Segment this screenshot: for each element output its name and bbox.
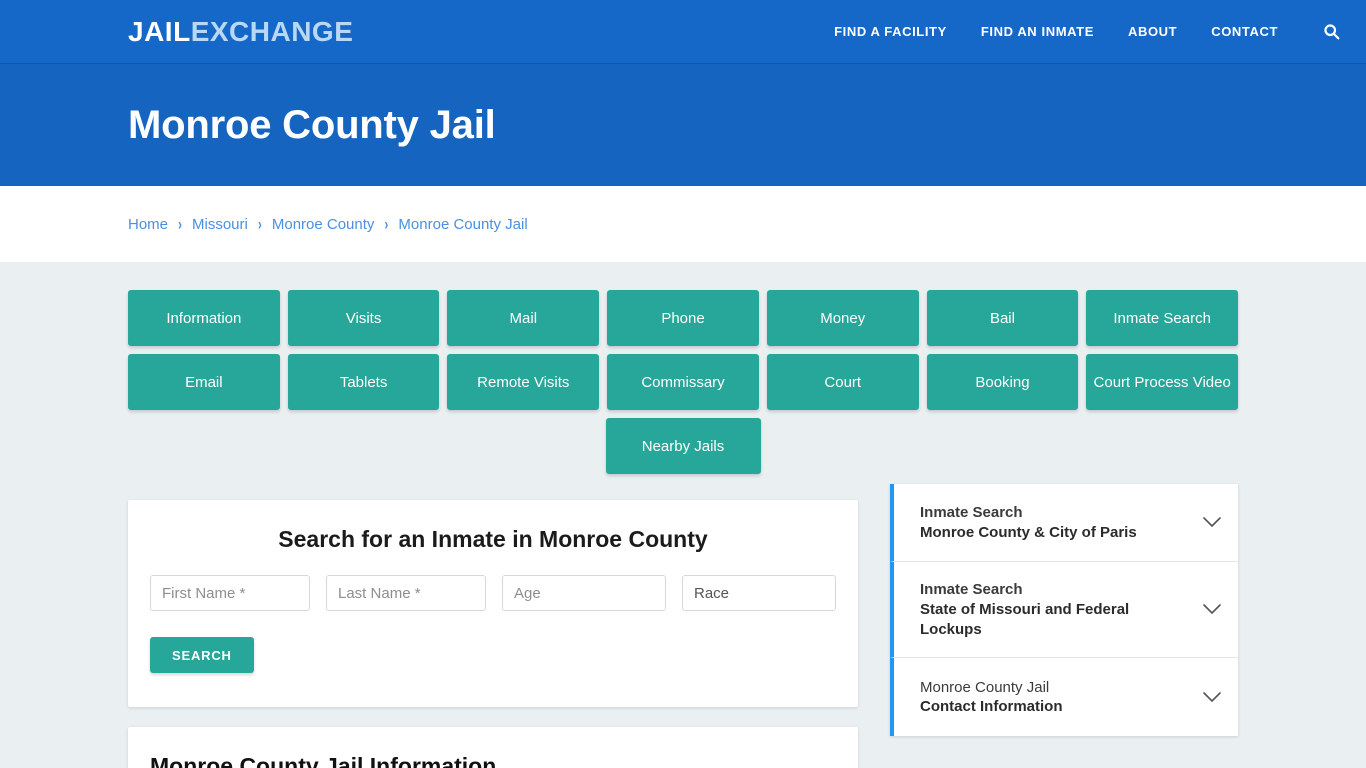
- accordion-item-line1: Inmate Search: [920, 581, 1023, 598]
- nav-item-find-an-inmate[interactable]: FIND AN INMATE: [981, 24, 1094, 39]
- jail-information-heading: Monroe County Jail Information: [150, 753, 497, 768]
- breadcrumb-band: Home › Missouri › Monroe County › Monroe…: [0, 186, 1366, 262]
- logo-text-jail: JAIL: [128, 15, 191, 47]
- main-content: Information Visits Mail Phone Money Bail…: [0, 262, 1366, 768]
- age-input[interactable]: [502, 575, 666, 611]
- section-button-information[interactable]: Information: [128, 290, 280, 346]
- site-header: JAILEXCHANGE FIND A FACILITY FIND AN INM…: [0, 0, 1366, 64]
- section-button-tablets[interactable]: Tablets: [287, 354, 440, 410]
- section-button-mail[interactable]: Mail: [447, 290, 600, 346]
- section-button-email[interactable]: Email: [128, 354, 280, 410]
- nav-item-find-a-facility[interactable]: FIND A FACILITY: [834, 24, 947, 39]
- breadcrumb-item-monroe-county-jail[interactable]: Monroe County Jail: [398, 216, 527, 233]
- site-logo[interactable]: JAILEXCHANGE: [128, 16, 353, 48]
- accordion-item-line2: Contact Information: [920, 698, 1063, 716]
- section-buttons-row-3: Nearby Jails: [128, 418, 1238, 474]
- breadcrumb-item-missouri[interactable]: Missouri: [192, 216, 248, 233]
- section-button-visits[interactable]: Visits: [287, 290, 440, 346]
- section-button-remote-visits[interactable]: Remote Visits: [447, 354, 600, 410]
- inmate-search-fields: Race: [148, 575, 838, 611]
- section-button-money[interactable]: Money: [766, 290, 919, 346]
- search-submit-button[interactable]: SEARCH: [150, 637, 254, 673]
- accordion-item-contact-information[interactable]: Monroe County Jail Contact Information: [890, 658, 1238, 737]
- content-columns: Search for an Inmate in Monroe County Ra…: [128, 484, 1238, 768]
- inmate-search-card: Search for an Inmate in Monroe County Ra…: [128, 500, 858, 707]
- section-buttons-row-2: Email Tablets Remote Visits Commissary C…: [128, 354, 1239, 410]
- accordion-item-inmate-search-county[interactable]: Inmate Search Monroe County & City of Pa…: [890, 484, 1238, 562]
- section-button-court[interactable]: Court: [766, 354, 919, 410]
- race-select[interactable]: Race: [682, 575, 836, 611]
- chevron-down-icon[interactable]: [1202, 692, 1222, 703]
- section-button-inmate-search[interactable]: Inmate Search: [1086, 290, 1239, 346]
- accordion-item-line1: Inmate Search: [920, 503, 1023, 521]
- first-name-input[interactable]: [150, 575, 310, 611]
- section-button-booking[interactable]: Booking: [926, 354, 1079, 410]
- logo-text-exchange: EXCHANGE: [190, 15, 354, 47]
- chevron-down-icon[interactable]: [1202, 517, 1222, 528]
- breadcrumb-item-home[interactable]: Home: [128, 216, 168, 233]
- accordion-item-text: Inmate Search State of Missouri and Fede…: [920, 580, 1190, 639]
- section-button-phone[interactable]: Phone: [607, 290, 759, 346]
- search-icon[interactable]: [1320, 21, 1342, 43]
- main-navigation: FIND A FACILITY FIND AN INMATE ABOUT CON…: [834, 21, 1342, 43]
- breadcrumb-separator-icon: ›: [384, 214, 389, 234]
- last-name-input[interactable]: [326, 575, 486, 611]
- chevron-down-icon[interactable]: [1202, 604, 1222, 615]
- inmate-search-heading: Search for an Inmate in Monroe County: [278, 526, 708, 552]
- breadcrumb-separator-icon: ›: [178, 214, 183, 234]
- sidebar-accordion: Inmate Search Monroe County & City of Pa…: [890, 484, 1238, 737]
- accordion-item-text: Inmate Search Monroe County & City of Pa…: [920, 503, 1190, 543]
- accordion-item-inmate-search-state[interactable]: Inmate Search State of Missouri and Fede…: [890, 562, 1238, 659]
- section-buttons-row-1: Information Visits Mail Phone Money Bail…: [128, 290, 1239, 346]
- breadcrumb-separator-icon: ›: [257, 214, 262, 234]
- section-button-commissary[interactable]: Commissary: [607, 354, 759, 410]
- accordion-item-line2: Monroe County & City of Paris: [920, 523, 1137, 541]
- jail-information-card: Monroe County Jail Information: [128, 727, 858, 768]
- nav-item-about[interactable]: ABOUT: [1128, 24, 1177, 39]
- nav-item-contact[interactable]: CONTACT: [1211, 24, 1278, 39]
- breadcrumb-item-monroe-county[interactable]: Monroe County: [272, 216, 375, 233]
- section-button-bail[interactable]: Bail: [926, 290, 1079, 346]
- section-button-court-process-video[interactable]: Court Process Video: [1086, 354, 1239, 410]
- right-sidebar: Inmate Search Monroe County & City of Pa…: [890, 484, 1238, 737]
- accordion-item-line1: Monroe County Jail: [920, 678, 1050, 696]
- page-title: Monroe County Jail: [128, 102, 496, 147]
- section-button-nearby-jails[interactable]: Nearby Jails: [605, 418, 761, 474]
- accordion-item-line2: State of Missouri and Federal Lockups: [920, 600, 1130, 638]
- breadcrumb: Home › Missouri › Monroe County › Monroe…: [128, 214, 528, 234]
- left-column: Search for an Inmate in Monroe County Ra…: [128, 500, 858, 768]
- page-title-band: Monroe County Jail: [0, 64, 1366, 186]
- accordion-item-text: Monroe County Jail Contact Information: [920, 678, 1190, 718]
